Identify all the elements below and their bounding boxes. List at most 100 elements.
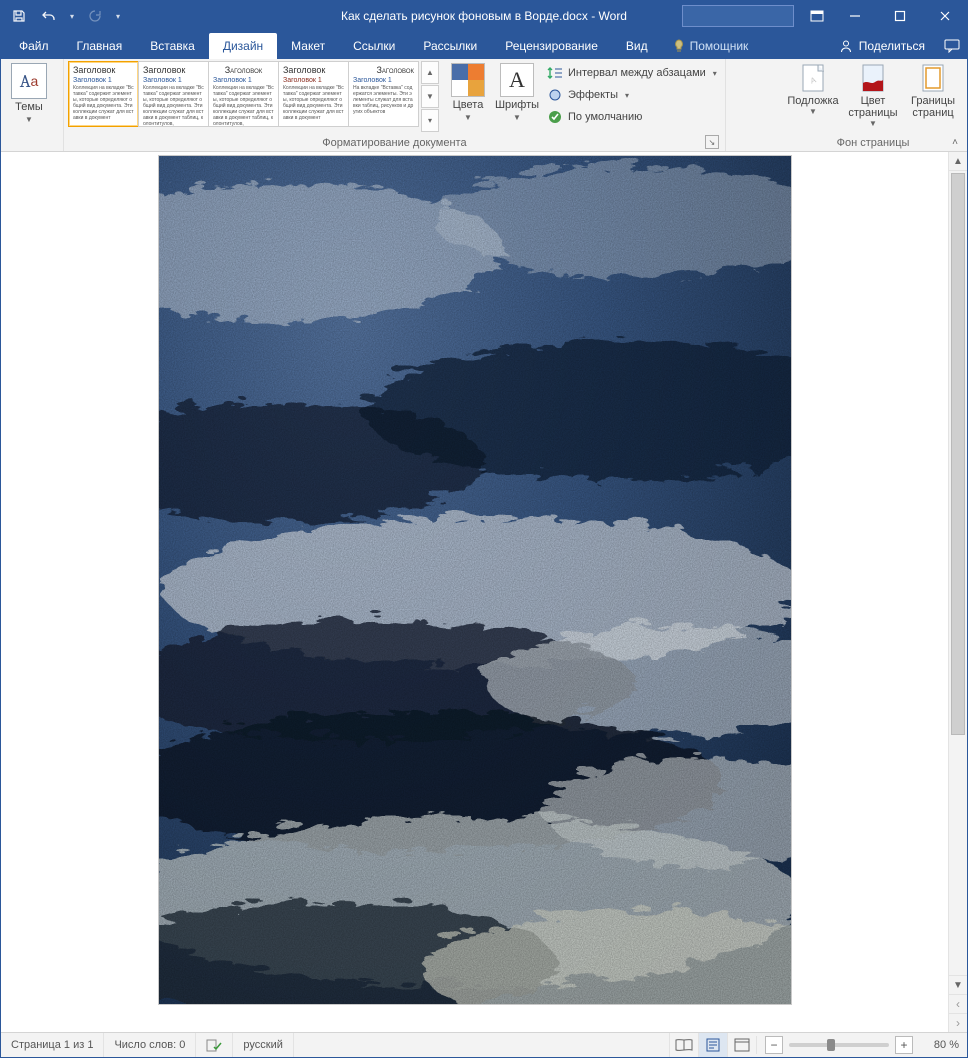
tab-mailings[interactable]: Рассылки: [409, 33, 491, 59]
minimize-button[interactable]: [832, 1, 877, 31]
object-browse-down[interactable]: ›: [949, 1013, 967, 1032]
app-window: ▾ ▾ Как сделать рисунок фоновым в Ворде.…: [0, 0, 968, 1058]
language-status[interactable]: русский: [233, 1033, 293, 1057]
scroll-up[interactable]: ▲: [949, 152, 967, 171]
comments-icon: [944, 39, 960, 53]
quick-access-toolbar: ▾ ▾: [1, 4, 123, 28]
checkmark-icon: [547, 109, 563, 125]
group-label-document-formatting: Форматирование документа ↘: [68, 136, 721, 151]
object-browse-up[interactable]: ‹: [949, 994, 967, 1013]
tab-view[interactable]: Вид: [612, 33, 662, 59]
fonts-button[interactable]: A Шрифты ▼: [491, 61, 543, 122]
tab-insert[interactable]: Вставка: [136, 33, 209, 59]
zoom-slider[interactable]: [789, 1043, 889, 1047]
paragraph-spacing-button[interactable]: Интервал между абзацами▾: [543, 63, 721, 83]
group-page-background: A Подложка ▼ Цвет страницы ▼ Границы стр…: [779, 59, 967, 151]
word-count-status[interactable]: Число слов: 0: [104, 1033, 196, 1057]
themes-button[interactable]: Aa Темы ▼: [5, 61, 53, 124]
view-read-mode[interactable]: [669, 1033, 698, 1057]
colors-button[interactable]: Цвета ▼: [445, 61, 491, 122]
workspace: ▲ ▼ ‹ ›: [1, 152, 967, 1032]
lightbulb-icon: [672, 39, 686, 53]
watermark-button[interactable]: A Подложка ▼: [783, 61, 843, 116]
redo-button[interactable]: [83, 4, 107, 28]
ribbon-display-options[interactable]: [802, 1, 832, 31]
maximize-button[interactable]: [877, 1, 922, 31]
formatting-commands: Интервал между абзацами▾ Эффекты▾ По умо…: [543, 61, 721, 127]
minimize-icon: [849, 10, 861, 22]
read-mode-icon: [675, 1038, 693, 1052]
watermark-icon: A: [797, 63, 829, 95]
collapse-ribbon-button[interactable]: ˄: [947, 135, 963, 149]
group-label-page-background: Фон страницы: [783, 136, 963, 151]
document-name: Как сделать рисунок фоновым в Ворде.docx: [341, 9, 588, 23]
style-set-item[interactable]: Заголовок Заголовок 1 Коллекции на вклад…: [278, 61, 349, 127]
effects-icon: [547, 87, 563, 103]
zoom-out-button[interactable]: −: [765, 1036, 783, 1054]
qat-customize[interactable]: ▾: [113, 12, 123, 21]
effects-button[interactable]: Эффекты▾: [543, 85, 721, 105]
dialog-launcher[interactable]: ↘: [705, 135, 719, 149]
tab-file[interactable]: Файл: [5, 33, 63, 59]
tab-references[interactable]: Ссылки: [339, 33, 409, 59]
scroll-track[interactable]: [949, 171, 967, 975]
style-set-item[interactable]: Заголовок Заголовок 1 Коллекции на вклад…: [138, 61, 209, 127]
vertical-scrollbar[interactable]: ▲ ▼ ‹ ›: [948, 152, 967, 1032]
comments-pane-button[interactable]: [937, 33, 967, 59]
close-button[interactable]: [922, 1, 967, 31]
group-themes: Aa Темы ▼: [1, 59, 64, 151]
scroll-thumb[interactable]: [951, 173, 965, 735]
gallery-more[interactable]: ▾: [421, 109, 439, 132]
scroll-down[interactable]: ▼: [949, 975, 967, 994]
page-color-icon: [857, 63, 889, 95]
ribbon-display-icon: [810, 10, 824, 22]
web-layout-icon: [734, 1038, 750, 1052]
style-set-item[interactable]: Заголовок Заголовок 1 Коллекции на вклад…: [208, 61, 279, 127]
undo-icon: [41, 9, 57, 23]
set-as-default-button[interactable]: По умолчанию: [543, 107, 721, 127]
gallery-up[interactable]: ▲: [421, 61, 439, 84]
tab-layout[interactable]: Макет: [277, 33, 339, 59]
document-page: [159, 156, 791, 1004]
zoom-controls: − + 80 %: [756, 1036, 967, 1054]
chevron-down-icon: ▼: [25, 115, 33, 124]
ribbon-tabs: Файл Главная Вставка Дизайн Макет Ссылки…: [1, 31, 967, 59]
zoom-level[interactable]: 80 %: [919, 1039, 959, 1051]
title-bar: ▾ ▾ Как сделать рисунок фоновым в Ворде.…: [1, 1, 967, 31]
spellcheck-status[interactable]: [196, 1033, 233, 1057]
tab-home[interactable]: Главная: [63, 33, 137, 59]
undo-dropdown[interactable]: ▾: [67, 12, 77, 21]
view-print-layout[interactable]: [698, 1033, 727, 1057]
chevron-down-icon: ▼: [464, 113, 472, 122]
zoom-slider-thumb[interactable]: [827, 1039, 835, 1051]
tab-design[interactable]: Дизайн: [209, 33, 277, 59]
undo-button[interactable]: [37, 4, 61, 28]
style-set-item[interactable]: Заголовок Заголовок 1 На вкладке "Вставк…: [348, 61, 419, 127]
tell-me[interactable]: Помощник: [662, 33, 759, 59]
view-web-layout[interactable]: [727, 1033, 756, 1057]
chevron-down-icon: ▼: [513, 113, 521, 122]
tab-review[interactable]: Рецензирование: [491, 33, 612, 59]
chevron-down-icon: ▼: [869, 119, 877, 128]
page-borders-icon: [917, 63, 949, 95]
user-account-box[interactable]: [682, 5, 794, 27]
save-button[interactable]: [7, 4, 31, 28]
share-person-icon: [839, 39, 853, 53]
window-controls: [682, 1, 967, 31]
zoom-in-button[interactable]: +: [895, 1036, 913, 1054]
page-color-button[interactable]: Цвет страницы ▼: [843, 61, 903, 128]
style-set-item[interactable]: Заголовок Заголовок 1 Коллекция на вклад…: [68, 61, 139, 127]
share-button[interactable]: Поделиться: [827, 33, 937, 59]
paragraph-spacing-icon: [547, 65, 563, 81]
gallery-down[interactable]: ▼: [421, 85, 439, 108]
redo-icon: [88, 9, 102, 23]
document-area[interactable]: [1, 152, 948, 1032]
page-number-status[interactable]: Страница 1 из 1: [1, 1033, 104, 1057]
chevron-down-icon: ▾: [625, 91, 629, 100]
style-set-gallery[interactable]: Заголовок Заголовок 1 Коллекция на вклад…: [68, 61, 439, 133]
status-bar: Страница 1 из 1 Число слов: 0 русский − …: [1, 1032, 967, 1057]
page-borders-button[interactable]: Границы страниц: [903, 61, 963, 119]
colors-icon: [451, 63, 485, 97]
chevron-down-icon: ▼: [809, 107, 817, 116]
ribbon: Aa Темы ▼ Заголовок Заголовок 1 Коллекци…: [1, 59, 967, 152]
